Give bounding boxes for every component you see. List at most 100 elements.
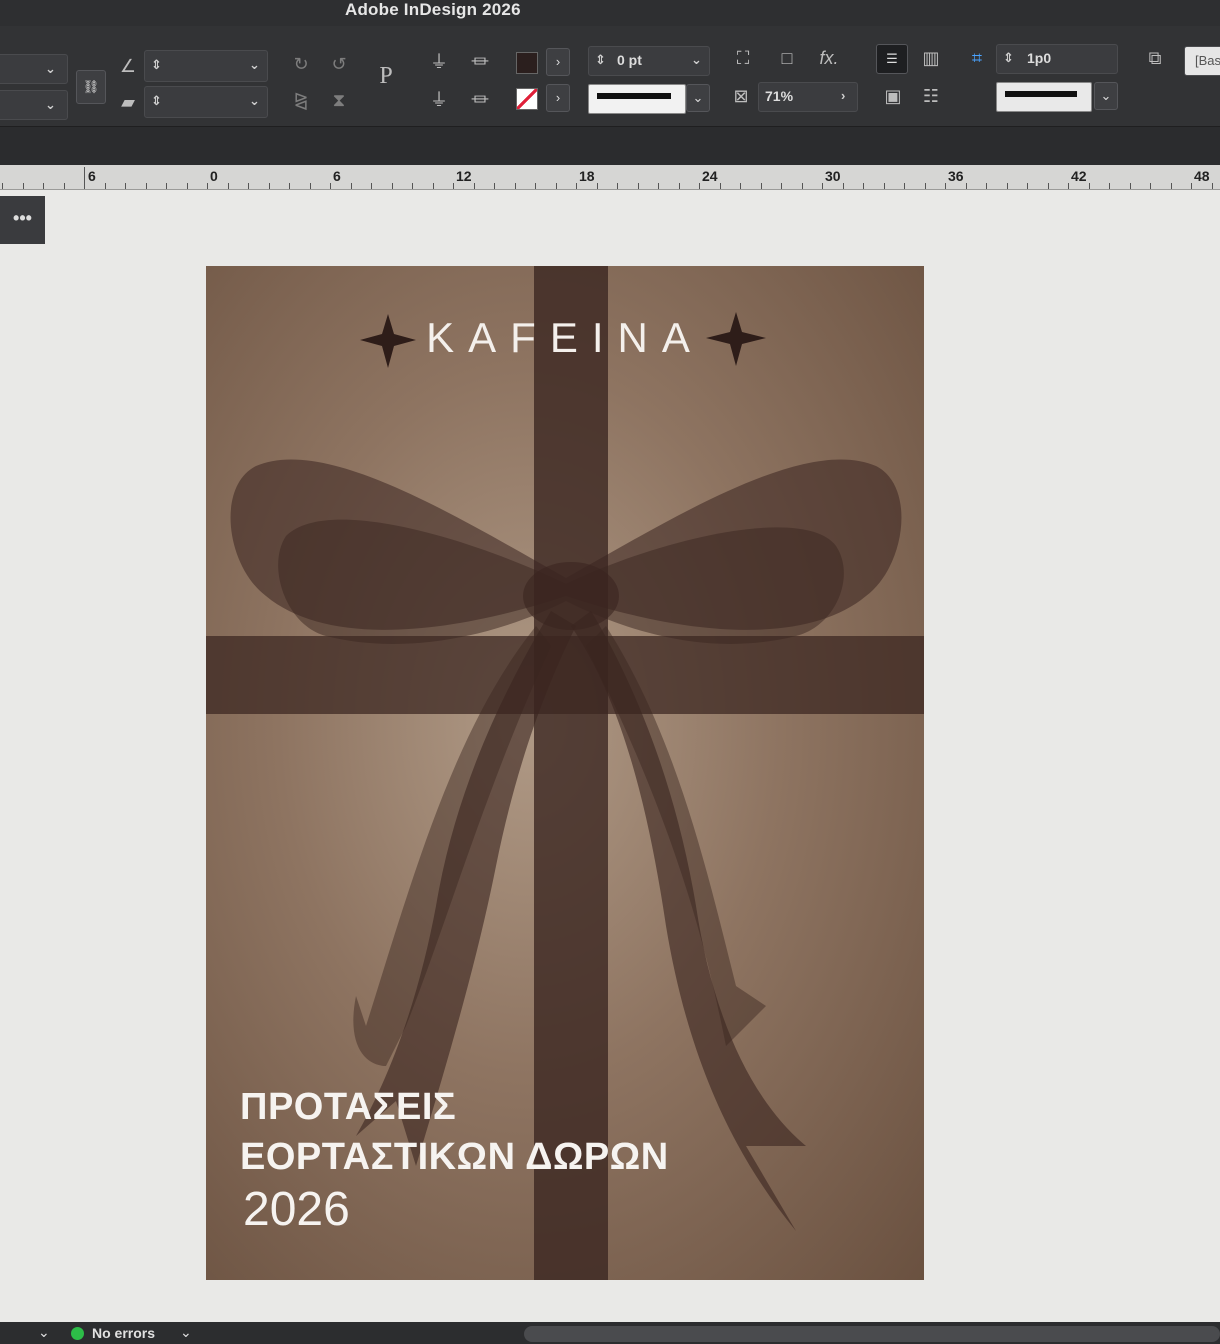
constrain-proportions-button[interactable]: ⛓ — [76, 70, 106, 104]
stroke-swatch-menu[interactable]: › — [546, 84, 570, 112]
ruler-tick — [822, 183, 823, 189]
ruler-label: 30 — [825, 168, 841, 184]
ruler-tick — [289, 183, 290, 189]
ruler-tick — [781, 183, 782, 189]
chevron-down-icon[interactable]: ⌄ — [45, 61, 56, 77]
ruler-tick — [720, 183, 721, 189]
drop-shadow-icon[interactable]: □ — [774, 46, 800, 70]
ruler-tick — [371, 183, 372, 189]
wrap-around-shape-icon[interactable]: ▣ — [880, 84, 906, 108]
ruler-tick — [843, 183, 844, 189]
ruler-tick — [1068, 183, 1069, 189]
stroke-swatch-none[interactable] — [516, 88, 538, 110]
fill-swatch[interactable] — [516, 52, 538, 74]
ruler-tick — [1212, 183, 1213, 189]
document-page[interactable]: KAFEINA ΠΡΟΤΑΣΕΙΣ ΕΟΡΤΑΣΤΙΚΩΝ ΔΩΡΩΝ 2026 — [206, 266, 924, 1280]
shear-angle-icon: ▰ — [121, 92, 135, 112]
horizontal-scrollbar[interactable] — [524, 1326, 1220, 1342]
opacity-value: 71% — [765, 88, 794, 104]
ruler-tick — [84, 167, 85, 189]
chevron-down-icon[interactable]: ⌄ — [249, 93, 260, 109]
ruler-tick — [863, 183, 864, 189]
stepper-icon[interactable]: ⇕ — [595, 52, 606, 68]
frame-fitting-icon[interactable]: ⧉ — [1142, 46, 1168, 70]
select-next-object-icon[interactable]: ⏛ — [466, 88, 494, 112]
horizontal-ruler[interactable]: 6 0 6 12 18 24 30 36 42 48 — [0, 165, 1220, 190]
ruler-label: 42 — [1071, 168, 1087, 184]
preflight-status-text[interactable]: No errors — [92, 1325, 155, 1341]
ruler-tick — [207, 183, 208, 189]
flip-horizontal-icon[interactable]: ⧎ — [288, 88, 314, 112]
text-wrap-none-button[interactable]: ☰ — [876, 44, 908, 74]
select-previous-object-icon[interactable]: ⏛ — [466, 50, 494, 74]
ruler-tick — [248, 183, 249, 189]
ruler-tick — [904, 183, 905, 189]
style-preview-box[interactable] — [996, 82, 1092, 112]
ruler-tick — [453, 183, 454, 189]
ruler-tick — [802, 183, 803, 189]
width-field[interactable]: ⌄ — [0, 54, 68, 84]
style-preview-menu[interactable]: ⌄ — [1094, 82, 1118, 110]
object-style-field[interactable]: [Bas — [1184, 46, 1220, 76]
ruler-tick — [699, 183, 700, 189]
ruler-tick — [330, 183, 331, 189]
ruler-tick — [412, 183, 413, 189]
ruler-tick — [1109, 183, 1110, 189]
ruler-tick — [310, 183, 311, 189]
stroke-type-selector[interactable] — [588, 84, 686, 114]
stroke-weight-field[interactable]: ⇕ 0 pt ⌄ — [588, 46, 710, 76]
ruler-label: 24 — [702, 168, 718, 184]
chevron-down-icon[interactable]: ⌄ — [249, 57, 260, 73]
wrap-around-bounding-box-icon[interactable]: ▥ — [918, 46, 944, 70]
ruler-tick — [658, 183, 659, 189]
rotation-angle-field[interactable]: ⇕ ⌄ — [144, 50, 268, 82]
stepper-icon[interactable]: ⇕ — [151, 57, 162, 73]
preflight-status-icon — [71, 1327, 84, 1340]
ruler-tick — [474, 183, 475, 189]
jump-object-icon[interactable]: ☷ — [918, 84, 944, 108]
ruler-label: 48 — [1194, 168, 1210, 184]
app-title: Adobe InDesign 2026 — [345, 0, 521, 19]
spacing-field[interactable]: ⇕ 1p0 — [996, 44, 1118, 74]
headline-line-2: ΕΟΡΤΑΣΤΙΚΩΝ ΔΩΡΩΝ — [240, 1136, 669, 1178]
ruler-tick — [761, 183, 762, 189]
corner-options-icon[interactable]: ⛶ — [730, 46, 756, 70]
vertical-ribbon — [534, 266, 608, 1280]
chevron-right-icon[interactable]: › — [841, 88, 845, 103]
chevron-down-icon: ⌄ — [1100, 88, 1112, 103]
ruler-label: 18 — [579, 168, 595, 184]
ruler-tick — [1089, 183, 1090, 189]
ruler-tick — [1027, 183, 1028, 189]
select-content-icon[interactable]: ⏚ — [426, 88, 452, 112]
chevron-down-icon[interactable]: ⌄ — [45, 97, 56, 113]
chevron-down-icon[interactable]: ⌄ — [691, 52, 702, 68]
stepper-icon[interactable]: ⇕ — [151, 93, 162, 109]
ruler-tick — [146, 183, 147, 189]
chevron-right-icon: › — [555, 90, 561, 105]
ruler-label: 12 — [456, 168, 472, 184]
auto-fit-spacing-icon[interactable]: ⌗ — [964, 46, 990, 70]
object-style-value: [Bas — [1195, 53, 1220, 68]
stroke-weight-value: 0 pt — [617, 52, 642, 68]
stepper-icon[interactable]: ⇕ — [1003, 50, 1014, 66]
text-wrap-none-icon: ☰ — [886, 51, 898, 66]
stroke-type-menu[interactable]: ⌄ — [686, 84, 710, 112]
opacity-field[interactable]: 71% › — [758, 82, 858, 112]
flip-vertical-icon[interactable]: ⧗ — [326, 88, 352, 112]
ruler-tick — [105, 183, 106, 189]
ruler-tick — [638, 183, 639, 189]
status-bar: ⌄ No errors ⌄ — [0, 1322, 1220, 1344]
panel-menu-button[interactable]: ••• — [0, 196, 45, 244]
effects-fx-icon[interactable]: fx. — [814, 46, 844, 70]
document-tab-strip — [0, 127, 1220, 165]
shear-angle-field[interactable]: ⇕ ⌄ — [144, 86, 268, 118]
height-field[interactable]: ⌄ — [0, 90, 68, 120]
rotate-clockwise-icon[interactable]: ↻ — [288, 52, 314, 76]
rotate-counterclockwise-icon[interactable]: ↺ — [326, 52, 352, 76]
ruler-tick — [1130, 183, 1131, 189]
preflight-menu-chevron-icon[interactable]: ⌄ — [180, 1324, 192, 1341]
fill-swatch-menu[interactable]: › — [546, 48, 570, 76]
page-nav-chevron-icon[interactable]: ⌄ — [38, 1324, 50, 1341]
select-container-icon[interactable]: ⏚ — [426, 50, 452, 74]
reference-point-icon[interactable]: P — [366, 64, 406, 88]
